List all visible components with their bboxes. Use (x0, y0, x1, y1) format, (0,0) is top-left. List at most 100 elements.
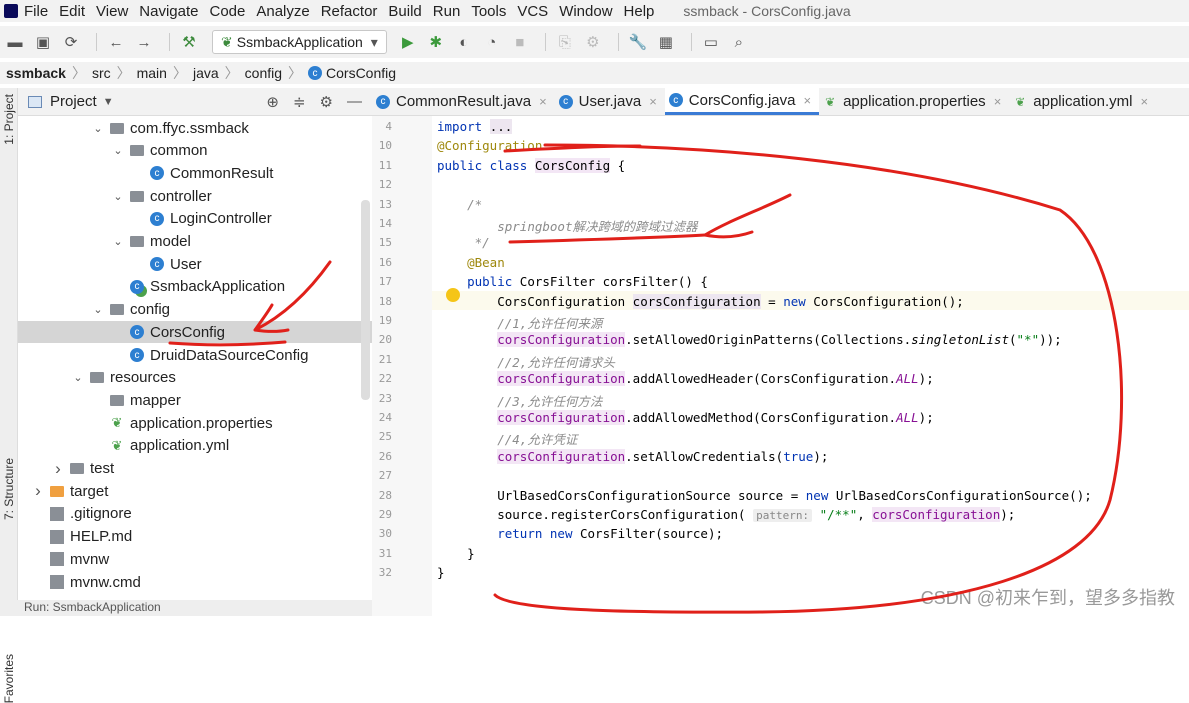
code-line[interactable]: //1,允许任何来源 (437, 313, 602, 332)
code-line[interactable]: corsConfiguration.setAllowedOriginPatter… (437, 332, 1062, 347)
save-icon[interactable]: ▣ (32, 31, 54, 53)
chevron-right-icon[interactable]: › (50, 459, 66, 479)
tree-item[interactable]: ❦application.yml (18, 435, 372, 457)
code-line[interactable]: import ... (437, 119, 512, 134)
code-line[interactable]: */ (437, 235, 490, 250)
project-structure-icon[interactable]: ▦ (655, 31, 677, 53)
build-hammer-icon[interactable]: ⚒ (178, 31, 200, 53)
menu-view[interactable]: View (96, 3, 128, 20)
breadcrumb-item[interactable]: main (137, 65, 167, 81)
editor-tab[interactable]: cUser.java× (555, 88, 665, 115)
close-icon[interactable]: × (539, 94, 547, 109)
settings-wrench-icon[interactable]: 🔧 (627, 31, 649, 53)
breadcrumb-item[interactable]: ssmback (6, 65, 66, 81)
chevron-down-icon[interactable]: ⌄ (90, 303, 106, 316)
code-line[interactable]: corsConfiguration.setAllowCredentials(tr… (437, 449, 828, 464)
favorites-tool-tab[interactable]: Favorites (2, 654, 16, 703)
close-icon[interactable]: × (649, 94, 657, 109)
vcs-update-icon[interactable]: ⚙ (582, 31, 604, 53)
open-folder-icon[interactable]: ▬ (4, 31, 26, 53)
editor-tab[interactable]: cCommonResult.java× (372, 88, 555, 115)
code-line[interactable]: CorsConfiguration corsConfiguration = ne… (437, 294, 964, 309)
menu-help[interactable]: Help (624, 3, 655, 20)
sync-icon[interactable]: ⟳ (60, 31, 82, 53)
run-icon[interactable]: ▶ (397, 31, 419, 53)
menu-analyze[interactable]: Analyze (256, 3, 309, 20)
close-icon[interactable]: × (994, 94, 1002, 109)
tree-item[interactable]: cSsmbackApplication (18, 276, 372, 298)
breadcrumb-item[interactable]: CorsConfig (326, 65, 396, 81)
code-line[interactable]: //3,允许任何方法 (437, 391, 602, 410)
lightbulb-icon[interactable] (446, 288, 460, 302)
code-line[interactable]: UrlBasedCorsConfigurationSource source =… (437, 488, 1092, 503)
tree-item[interactable]: ⌄resources (18, 367, 372, 389)
chevron-down-icon[interactable]: ⌄ (110, 235, 126, 248)
code-line[interactable]: public CorsFilter corsFilter() { (437, 274, 708, 289)
tree-scrollbar[interactable] (361, 200, 370, 400)
chevron-down-icon[interactable]: ⌄ (70, 371, 86, 384)
code-line[interactable]: springboot解决跨域的跨域过滤器 (437, 216, 697, 235)
chevron-down-icon[interactable]: ⌄ (110, 144, 126, 157)
editor-tab[interactable]: ❦application.yml× (1009, 88, 1156, 115)
tree-item[interactable]: mvnw.cmd (18, 571, 372, 593)
search-icon[interactable]: ⌕ (728, 31, 750, 53)
back-icon[interactable]: ← (105, 31, 127, 53)
code-line[interactable]: @Configuration (437, 138, 542, 153)
code-line[interactable]: //2,允许任何请求头 (437, 352, 615, 371)
tree-item[interactable]: cUser (18, 253, 372, 275)
code-line[interactable]: corsConfiguration.addAllowedMethod(CorsC… (437, 410, 934, 425)
collapse-all-icon[interactable]: ≑ (293, 93, 306, 111)
breadcrumb-item[interactable]: config (245, 65, 282, 81)
coverage-icon[interactable]: ◐ (453, 31, 475, 53)
tree-item[interactable]: cCorsConfig (18, 321, 372, 343)
menu-build[interactable]: Build (388, 3, 421, 20)
code-line[interactable]: source.registerCorsConfiguration( patter… (437, 507, 1015, 522)
code-line[interactable]: } (437, 546, 475, 561)
menu-edit[interactable]: Edit (59, 3, 85, 20)
menu-refactor[interactable]: Refactor (321, 3, 378, 20)
profile-icon[interactable]: ◔ (481, 31, 503, 53)
tree-item[interactable]: ⌄com.ffyc.ssmback (18, 117, 372, 139)
menu-code[interactable]: Code (209, 3, 245, 20)
menu-run[interactable]: Run (433, 3, 461, 20)
hide-icon[interactable]: — (347, 93, 362, 111)
code-line[interactable]: corsConfiguration.addAllowedHeader(CorsC… (437, 371, 934, 386)
locate-icon[interactable]: ⊕ (266, 93, 279, 111)
code-line[interactable]: //4,允许凭证 (437, 429, 577, 448)
tree-item[interactable]: ›test (18, 458, 372, 480)
tree-item[interactable]: cLoginController (18, 208, 372, 230)
chevron-right-icon[interactable]: › (30, 481, 46, 501)
menu-window[interactable]: Window (559, 3, 612, 20)
tree-item[interactable]: HELP.md (18, 526, 372, 548)
breadcrumb-item[interactable]: java (193, 65, 219, 81)
chevron-down-icon[interactable]: ▼ (103, 96, 114, 108)
tree-item[interactable]: ›target (18, 480, 372, 502)
close-icon[interactable]: × (804, 93, 812, 108)
tree-item[interactable]: ⌄config (18, 299, 372, 321)
code-line[interactable]: } (437, 565, 445, 580)
tree-item[interactable]: mapper (18, 389, 372, 411)
menu-navigate[interactable]: Navigate (139, 3, 198, 20)
tree-item[interactable]: ❦application.properties (18, 412, 372, 434)
project-panel-title[interactable]: Project (50, 93, 97, 110)
tree-item[interactable]: ⌄common (18, 140, 372, 162)
chevron-down-icon[interactable]: ⌄ (110, 190, 126, 203)
editor-tab[interactable]: ❦application.properties× (819, 88, 1009, 115)
stop-icon[interactable]: ■ (509, 31, 531, 53)
code-line[interactable]: /* (437, 197, 482, 212)
run-configuration-select[interactable]: ❦ SsmbackApplication ▾ (212, 30, 387, 54)
code-line[interactable]: return new CorsFilter(source); (437, 526, 723, 541)
forward-icon[interactable]: → (133, 31, 155, 53)
tree-item[interactable]: cDruidDataSourceConfig (18, 344, 372, 366)
tree-item[interactable]: .gitignore (18, 503, 372, 525)
menu-vcs[interactable]: VCS (517, 3, 548, 20)
menu-tools[interactable]: Tools (471, 3, 506, 20)
breadcrumb-item[interactable]: src (92, 65, 111, 81)
close-icon[interactable]: × (1141, 94, 1149, 109)
code-editor[interactable]: 4101112131415161718192021222324252627282… (372, 116, 1189, 616)
debug-icon[interactable]: ✱ (425, 31, 447, 53)
terminal-icon[interactable]: ▭ (700, 31, 722, 53)
code-line[interactable]: public class CorsConfig { (437, 158, 625, 173)
tree-item[interactable]: ⌄controller (18, 185, 372, 207)
chevron-down-icon[interactable]: ⌄ (90, 122, 106, 135)
